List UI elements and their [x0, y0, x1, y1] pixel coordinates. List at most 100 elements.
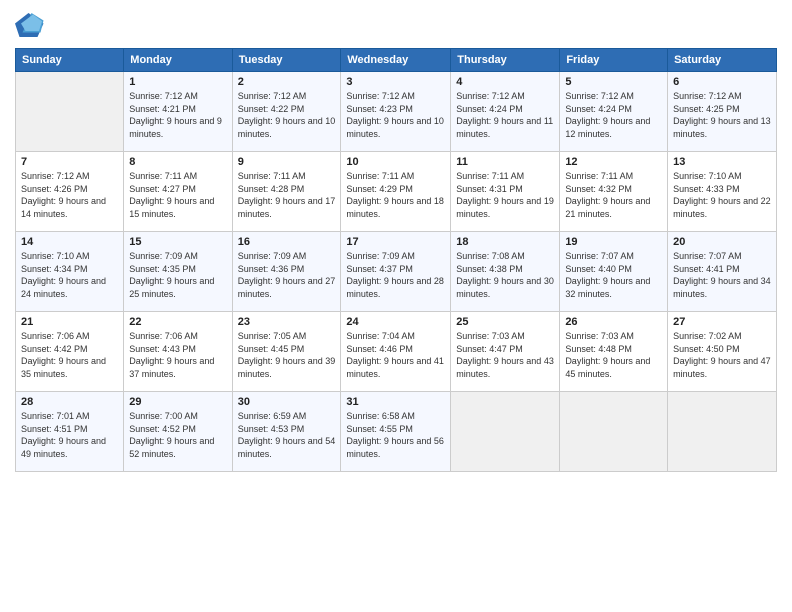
day-number: 30 [238, 396, 336, 408]
day-number: 1 [129, 76, 226, 88]
day-info: Sunrise: 7:02 AM Sunset: 4:50 PM Dayligh… [673, 330, 771, 380]
day-number: 12 [565, 156, 662, 168]
day-info: Sunrise: 7:03 AM Sunset: 4:47 PM Dayligh… [456, 330, 554, 380]
day-number: 2 [238, 76, 336, 88]
day-number: 18 [456, 236, 554, 248]
calendar-header: SundayMondayTuesdayWednesdayThursdayFrid… [16, 49, 777, 72]
calendar-cell: 4Sunrise: 7:12 AM Sunset: 4:24 PM Daylig… [451, 72, 560, 152]
weekday-header: Wednesday [341, 49, 451, 72]
day-number: 26 [565, 316, 662, 328]
day-number: 20 [673, 236, 771, 248]
day-number: 27 [673, 316, 771, 328]
weekday-header: Saturday [668, 49, 777, 72]
day-info: Sunrise: 7:11 AM Sunset: 4:32 PM Dayligh… [565, 170, 662, 220]
page: SundayMondayTuesdayWednesdayThursdayFrid… [0, 0, 792, 612]
day-number: 15 [129, 236, 226, 248]
day-info: Sunrise: 7:00 AM Sunset: 4:52 PM Dayligh… [129, 410, 226, 460]
header [15, 10, 777, 40]
weekday-header: Sunday [16, 49, 124, 72]
day-number: 28 [21, 396, 118, 408]
calendar-cell: 19Sunrise: 7:07 AM Sunset: 4:40 PM Dayli… [560, 232, 668, 312]
calendar-cell: 27 Sunrise: 7:02 AM Sunset: 4:50 PM Dayli… [668, 312, 777, 392]
day-number: 22 [129, 316, 226, 328]
calendar-cell: 26 Sunrise: 7:03 AM Sunset: 4:48 PM Dayli… [560, 312, 668, 392]
day-info: Sunrise: 7:12 AM Sunset: 4:25 PM Dayligh… [673, 90, 771, 140]
day-number: 29 [129, 396, 226, 408]
calendar-cell: 24Sunrise: 7:04 AM Sunset: 4:46 PM Dayli… [341, 312, 451, 392]
calendar-cell: 10Sunrise: 7:11 AM Sunset: 4:29 PM Dayli… [341, 152, 451, 232]
day-info: Sunrise: 7:12 AM Sunset: 4:26 PM Dayligh… [21, 170, 118, 220]
calendar-cell: 22 Sunrise: 7:06 AM Sunset: 4:43 PM Dayli… [124, 312, 232, 392]
calendar-cell: 31 Sunrise: 6:58 AM Sunset: 4:55 PM Dayli… [341, 392, 451, 472]
calendar-cell [668, 392, 777, 472]
calendar-cell: 13 Sunrise: 7:10 AM Sunset: 4:33 PM Dayli… [668, 152, 777, 232]
calendar-body: 1Sunrise: 7:12 AM Sunset: 4:21 PM Daylig… [16, 72, 777, 472]
day-info: Sunrise: 7:01 AM Sunset: 4:51 PM Dayligh… [21, 410, 118, 460]
day-info: Sunrise: 7:12 AM Sunset: 4:23 PM Dayligh… [346, 90, 445, 140]
day-info: Sunrise: 7:03 AM Sunset: 4:48 PM Dayligh… [565, 330, 662, 380]
day-info: Sunrise: 7:11 AM Sunset: 4:28 PM Dayligh… [238, 170, 336, 220]
day-number: 16 [238, 236, 336, 248]
calendar-cell: 6 Sunrise: 7:12 AM Sunset: 4:25 PM Daylig… [668, 72, 777, 152]
calendar-cell: 28 Sunrise: 7:01 AM Sunset: 4:51 PM Dayli… [16, 392, 124, 472]
day-number: 11 [456, 156, 554, 168]
day-info: Sunrise: 7:07 AM Sunset: 4:41 PM Dayligh… [673, 250, 771, 300]
day-number: 19 [565, 236, 662, 248]
calendar-week: 28 Sunrise: 7:01 AM Sunset: 4:51 PM Dayli… [16, 392, 777, 472]
weekday-header: Monday [124, 49, 232, 72]
calendar-cell: 11Sunrise: 7:11 AM Sunset: 4:31 PM Dayli… [451, 152, 560, 232]
day-info: Sunrise: 6:59 AM Sunset: 4:53 PM Dayligh… [238, 410, 336, 460]
calendar-cell: 29 Sunrise: 7:00 AM Sunset: 4:52 PM Dayli… [124, 392, 232, 472]
calendar-cell: 17Sunrise: 7:09 AM Sunset: 4:37 PM Dayli… [341, 232, 451, 312]
calendar-cell: 2 Sunrise: 7:12 AM Sunset: 4:22 PM Daylig… [232, 72, 341, 152]
logo-icon [15, 10, 45, 40]
day-number: 14 [21, 236, 118, 248]
day-info: Sunrise: 7:05 AM Sunset: 4:45 PM Dayligh… [238, 330, 336, 380]
calendar-cell: 21 Sunrise: 7:06 AM Sunset: 4:42 PM Dayli… [16, 312, 124, 392]
calendar-cell: 1Sunrise: 7:12 AM Sunset: 4:21 PM Daylig… [124, 72, 232, 152]
calendar-cell: 16Sunrise: 7:09 AM Sunset: 4:36 PM Dayli… [232, 232, 341, 312]
calendar-cell: 15 Sunrise: 7:09 AM Sunset: 4:35 PM Dayli… [124, 232, 232, 312]
calendar-cell [560, 392, 668, 472]
calendar-cell: 20 Sunrise: 7:07 AM Sunset: 4:41 PM Dayli… [668, 232, 777, 312]
calendar-week: 1Sunrise: 7:12 AM Sunset: 4:21 PM Daylig… [16, 72, 777, 152]
day-info: Sunrise: 7:12 AM Sunset: 4:24 PM Dayligh… [456, 90, 554, 140]
day-info: Sunrise: 7:09 AM Sunset: 4:37 PM Dayligh… [346, 250, 445, 300]
day-number: 13 [673, 156, 771, 168]
calendar-week: 7 Sunrise: 7:12 AM Sunset: 4:26 PM Daylig… [16, 152, 777, 232]
day-number: 8 [129, 156, 226, 168]
day-number: 7 [21, 156, 118, 168]
day-info: Sunrise: 7:12 AM Sunset: 4:24 PM Dayligh… [565, 90, 662, 140]
calendar-cell [16, 72, 124, 152]
calendar-cell: 12 Sunrise: 7:11 AM Sunset: 4:32 PM Dayli… [560, 152, 668, 232]
weekday-header: Thursday [451, 49, 560, 72]
day-number: 9 [238, 156, 336, 168]
day-number: 10 [346, 156, 445, 168]
day-info: Sunrise: 7:09 AM Sunset: 4:35 PM Dayligh… [129, 250, 226, 300]
day-number: 6 [673, 76, 771, 88]
day-number: 23 [238, 316, 336, 328]
logo [15, 10, 49, 40]
day-info: Sunrise: 7:06 AM Sunset: 4:43 PM Dayligh… [129, 330, 226, 380]
calendar-cell: 23 Sunrise: 7:05 AM Sunset: 4:45 PM Dayli… [232, 312, 341, 392]
day-info: Sunrise: 7:10 AM Sunset: 4:33 PM Dayligh… [673, 170, 771, 220]
calendar-cell: 25 Sunrise: 7:03 AM Sunset: 4:47 PM Dayli… [451, 312, 560, 392]
calendar-cell: 9 Sunrise: 7:11 AM Sunset: 4:28 PM Daylig… [232, 152, 341, 232]
day-number: 31 [346, 396, 445, 408]
calendar-cell: 18Sunrise: 7:08 AM Sunset: 4:38 PM Dayli… [451, 232, 560, 312]
calendar-cell: 7 Sunrise: 7:12 AM Sunset: 4:26 PM Daylig… [16, 152, 124, 232]
day-info: Sunrise: 6:58 AM Sunset: 4:55 PM Dayligh… [346, 410, 445, 460]
day-number: 5 [565, 76, 662, 88]
calendar-cell: 14Sunrise: 7:10 AM Sunset: 4:34 PM Dayli… [16, 232, 124, 312]
calendar-cell: 5 Sunrise: 7:12 AM Sunset: 4:24 PM Daylig… [560, 72, 668, 152]
calendar-cell [451, 392, 560, 472]
day-number: 24 [346, 316, 445, 328]
day-info: Sunrise: 7:12 AM Sunset: 4:22 PM Dayligh… [238, 90, 336, 140]
calendar-cell: 30 Sunrise: 6:59 AM Sunset: 4:53 PM Dayli… [232, 392, 341, 472]
day-number: 25 [456, 316, 554, 328]
day-info: Sunrise: 7:06 AM Sunset: 4:42 PM Dayligh… [21, 330, 118, 380]
calendar-cell: 3Sunrise: 7:12 AM Sunset: 4:23 PM Daylig… [341, 72, 451, 152]
day-number: 21 [21, 316, 118, 328]
calendar-week: 21 Sunrise: 7:06 AM Sunset: 4:42 PM Dayli… [16, 312, 777, 392]
weekday-header: Friday [560, 49, 668, 72]
